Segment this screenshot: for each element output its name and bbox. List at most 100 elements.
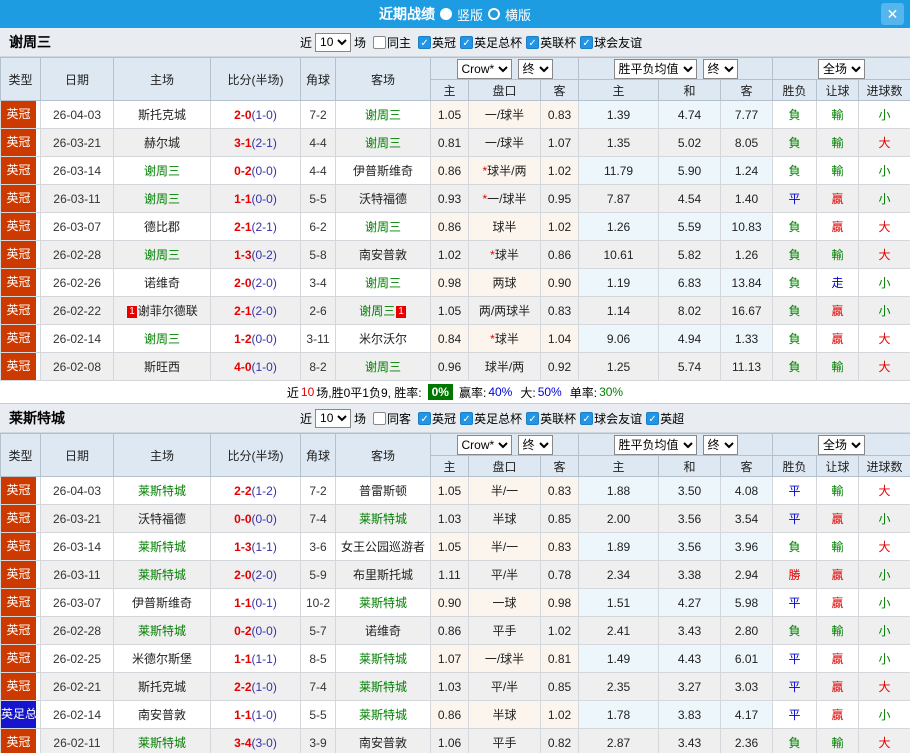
bookmaker-select[interactable]: Crow* xyxy=(456,58,512,79)
same-venue-checkbox[interactable]: 同主 xyxy=(373,34,411,51)
checkbox-icon[interactable]: ✓ xyxy=(580,411,594,425)
team-name: 谢周三 xyxy=(9,34,51,50)
result: 勝 xyxy=(772,560,818,589)
final-avg-select[interactable]: 终 xyxy=(702,434,738,455)
home-odds: 0.86 xyxy=(430,156,469,185)
matches-table: 类型 日期 主场 比分(半场) 角球 客场 Crow*终 胜平负均值终 全场 xyxy=(0,57,910,381)
final-avg-select[interactable]: 终 xyxy=(702,58,738,79)
result: 負 xyxy=(772,156,818,185)
score: 0-2(0-0) xyxy=(210,156,301,185)
checkbox-icon[interactable]: ✓ xyxy=(460,411,474,425)
league-filter[interactable]: ✓ 英足总杯 xyxy=(460,34,522,51)
corners: 3-6 xyxy=(300,532,336,561)
away-odds: 1.04 xyxy=(539,324,580,353)
goals-result: 小 xyxy=(858,504,910,533)
handicap-result: 贏 xyxy=(816,588,860,617)
handicap: 半/一 xyxy=(468,476,541,505)
league-filter[interactable]: ✓ 英冠 xyxy=(418,410,456,427)
checkbox-icon[interactable]: ✓ xyxy=(526,35,540,49)
same-venue-checkbox[interactable]: 同客 xyxy=(373,410,411,427)
away-odds: 1.02 xyxy=(539,616,580,645)
corners: 5-7 xyxy=(300,616,336,645)
result: 負 xyxy=(772,268,818,297)
checkbox-icon[interactable]: ✓ xyxy=(418,411,432,425)
avg-draw: 3.83 xyxy=(658,700,722,729)
title-group: 近期战绩 竖版 横版 xyxy=(379,4,531,24)
away-team: 诺维奇 xyxy=(335,616,431,645)
match-row: 英冠 26-02-25 米德尔斯堡 1-1(1-1) 8-5 莱斯特城 1.07 一/球半 0.… xyxy=(0,644,910,673)
radio-horizontal-layout[interactable] xyxy=(488,8,500,20)
handicap-result: 輸 xyxy=(816,532,860,561)
goals-result: 大 xyxy=(858,476,910,505)
sub-col-avg-home: 主 xyxy=(578,79,660,101)
checkbox-icon[interactable]: ✓ xyxy=(418,35,432,49)
avg-away: 4.17 xyxy=(720,700,774,729)
final-odds-select[interactable]: 终 xyxy=(517,58,553,79)
section-bar: 莱斯特城 近 10 场 同客 ✓ 英冠 ✓ 英足总杯 ✓ 英联杯 ✓ 球会友谊 ✓ 英超 xyxy=(0,404,910,433)
avg-select[interactable]: 胜平负均值 xyxy=(613,434,697,455)
league-badge: 英冠 xyxy=(0,644,41,673)
league-badge: 英冠 xyxy=(0,532,41,561)
match-date: 26-03-07 xyxy=(40,588,114,617)
goals-result: 小 xyxy=(858,184,910,213)
league-filter[interactable]: ✓ 英联杯 xyxy=(526,410,576,427)
away-team: 女王公园巡游者 xyxy=(335,532,431,561)
checkbox-icon[interactable]: ✓ xyxy=(646,411,660,425)
league-badge: 英冠 xyxy=(0,504,41,533)
match-count-select[interactable]: 10 xyxy=(315,32,352,52)
avg-away: 6.01 xyxy=(720,644,774,673)
avg-away: 4.08 xyxy=(720,476,774,505)
col-corner: 角球 xyxy=(300,57,336,101)
checkbox-icon[interactable] xyxy=(373,411,387,425)
bookmaker-select[interactable]: Crow* xyxy=(456,434,512,455)
handicap: 平/半 xyxy=(468,672,541,701)
league-filter[interactable]: ✓ 英足总杯 xyxy=(460,410,522,427)
avg-home: 2.87 xyxy=(578,728,660,753)
league-filter[interactable]: ✓ 球会友谊 xyxy=(580,34,642,51)
checkbox-icon[interactable] xyxy=(373,35,387,49)
avg-away: 8.05 xyxy=(720,128,774,157)
league-badge: 英冠 xyxy=(0,588,41,617)
fulltime-select[interactable]: 全场 xyxy=(818,58,866,79)
radio-vertical-label[interactable]: 竖版 xyxy=(457,5,483,24)
handicap: 平手 xyxy=(468,728,541,753)
result: 平 xyxy=(772,672,818,701)
checkbox-icon[interactable]: ✓ xyxy=(526,411,540,425)
home-team: 诺维奇 xyxy=(113,268,211,297)
col-home: 主场 xyxy=(113,433,211,477)
checkbox-icon[interactable]: ✓ xyxy=(580,35,594,49)
home-odds: 1.11 xyxy=(430,560,469,589)
radio-vertical-layout[interactable] xyxy=(439,8,452,20)
close-button[interactable]: ✕ xyxy=(881,3,904,25)
sub-col-avg-draw: 和 xyxy=(658,455,722,477)
handicap: *球半 xyxy=(468,324,541,353)
avg-home: 11.79 xyxy=(578,156,660,185)
match-count-select[interactable]: 10 xyxy=(315,408,352,428)
home-team: 莱斯特城 xyxy=(113,728,211,753)
match-row: 英冠 26-02-11 莱斯特城 3-4(3-0) 3-9 南安普敦 1.06 平手 0.82 2… xyxy=(0,728,910,753)
radio-horizontal-label[interactable]: 横版 xyxy=(505,5,531,24)
checkbox-icon[interactable]: ✓ xyxy=(460,35,474,49)
away-odds: 1.02 xyxy=(539,212,580,241)
corners: 4-4 xyxy=(300,156,336,185)
result: 平 xyxy=(772,476,818,505)
handicap: 两/两球半 xyxy=(468,296,541,325)
goals-result: 小 xyxy=(858,100,910,129)
league-filter[interactable]: ✓ 英超 xyxy=(646,410,684,427)
score: 2-0(1-0) xyxy=(210,100,301,129)
home-odds: 0.90 xyxy=(430,588,469,617)
fulltime-select[interactable]: 全场 xyxy=(818,434,866,455)
match-date: 26-02-22 xyxy=(40,296,114,325)
final-odds-select[interactable]: 终 xyxy=(517,434,553,455)
handicap-result: 贏 xyxy=(816,672,860,701)
sub-col-goals: 进球数 xyxy=(858,79,910,101)
league-filter[interactable]: ✓ 球会友谊 xyxy=(580,410,642,427)
handicap: 平手 xyxy=(468,616,541,645)
league-filter[interactable]: ✓ 英冠 xyxy=(418,34,456,51)
avg-select[interactable]: 胜平负均值 xyxy=(613,58,697,79)
away-team: 谢周三 xyxy=(335,352,431,381)
corners: 5-8 xyxy=(300,240,336,269)
sub-col-result: 胜负 xyxy=(772,455,818,477)
league-filter[interactable]: ✓ 英联杯 xyxy=(526,34,576,51)
record-summary: 近 10 场,胜0平1负9, 胜率: 0% 赢率: 40% 大: 50% 单率: 30% xyxy=(0,381,910,404)
